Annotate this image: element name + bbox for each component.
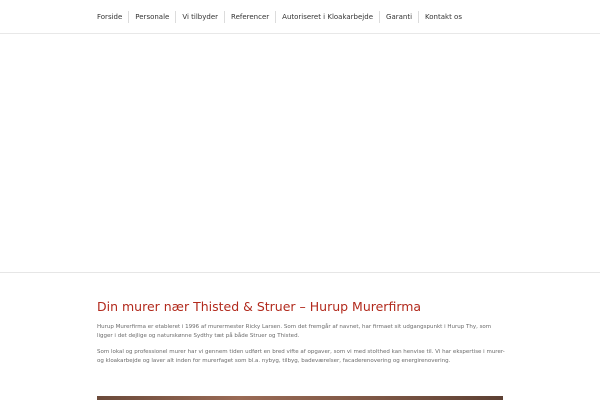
hero-banner xyxy=(0,35,600,273)
nav-item-garanti[interactable]: Garanti xyxy=(379,11,418,23)
page-title: Din murer nær Thisted & Struer – Hurup M… xyxy=(97,299,422,314)
nav-item-autoriseret[interactable]: Autoriseret i Kloakarbejde xyxy=(275,11,379,23)
nav-list: Forside Personale Vi tilbyder Referencer… xyxy=(91,11,468,23)
nav-item-forside[interactable]: Forside xyxy=(91,11,128,23)
content-image xyxy=(97,396,503,400)
main-content: Din murer nær Thisted & Struer – Hurup M… xyxy=(97,298,507,365)
nav-item-vi-tilbyder[interactable]: Vi tilbyder xyxy=(175,11,224,23)
nav-item-referencer[interactable]: Referencer xyxy=(224,11,275,23)
intro-paragraph: Hurup Murerfirma er etableret i 1996 af … xyxy=(97,324,492,339)
services-paragraph: Som lokal og professionel murer har vi g… xyxy=(97,349,505,364)
nav-item-kontakt[interactable]: Kontakt os xyxy=(418,11,468,23)
nav-item-personale[interactable]: Personale xyxy=(128,11,175,23)
main-navigation: Forside Personale Vi tilbyder Referencer… xyxy=(0,0,600,34)
